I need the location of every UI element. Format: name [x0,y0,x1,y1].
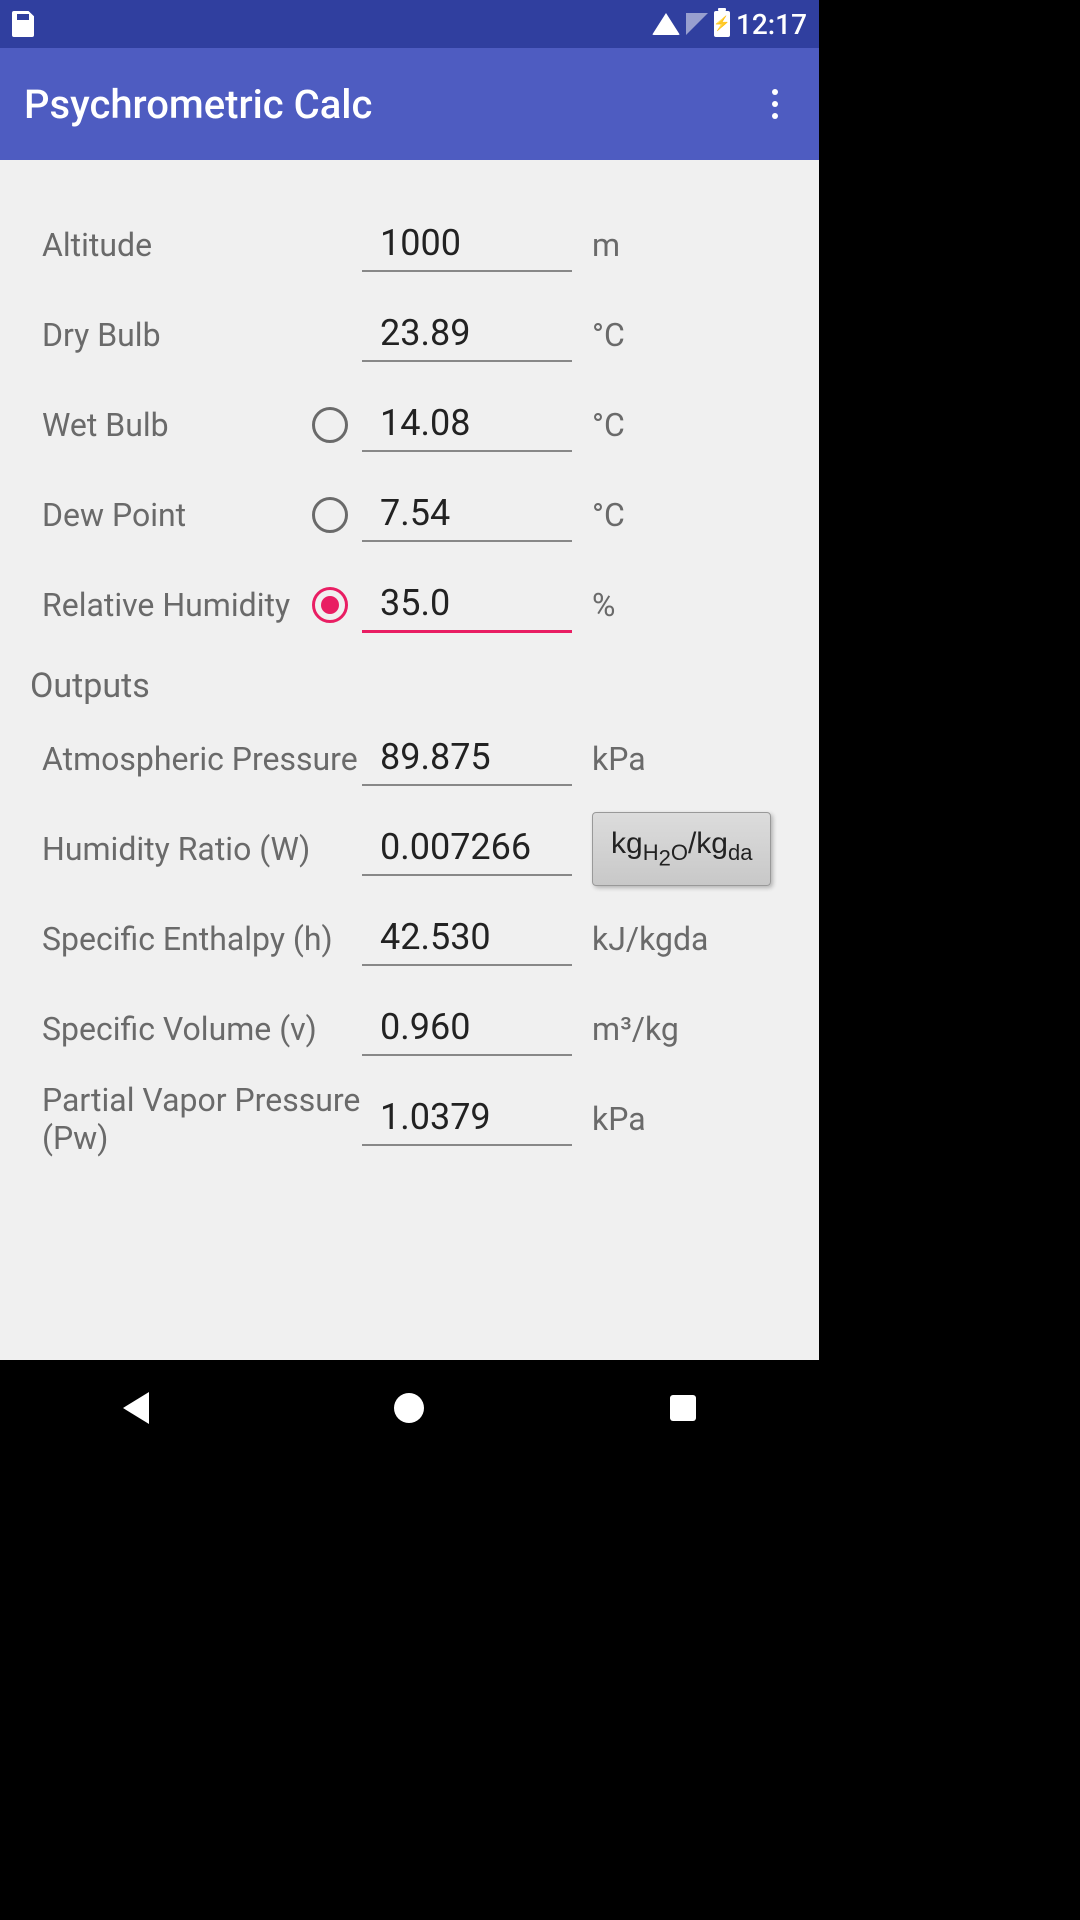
row-dew-point: Dew Point °C [28,470,791,560]
sd-card-icon [12,11,34,37]
atm-pressure-unit: kPa [572,740,791,778]
row-humidity-ratio: Humidity Ratio (W) 0.007266 kgH2O/kgda [28,804,791,894]
altitude-value[interactable] [380,222,572,264]
row-dry-bulb: Dry Bulb °C [28,290,791,380]
specific-enthalpy-unit: kJ/kgda [572,920,791,958]
dry-bulb-value[interactable] [380,312,572,354]
row-partial-vapor: Partial Vapor Pressure (Pw) 1.0379 kPa [28,1074,791,1164]
specific-volume-unit: m³/kg [572,1010,791,1048]
humidity-ratio-unit-cell: kgH2O/kgda [572,812,791,886]
altitude-input[interactable] [362,218,572,272]
app-bar: Psychrometric Calc [0,48,819,160]
humidity-ratio-output: 0.007266 [362,822,572,876]
partial-vapor-value: 1.0379 [380,1096,491,1138]
dry-bulb-label: Dry Bulb [28,316,298,354]
specific-volume-value: 0.960 [380,1006,470,1048]
nav-home-button[interactable] [394,1393,424,1423]
wet-bulb-input[interactable] [362,398,572,452]
nav-back-button[interactable] [123,1392,149,1424]
relative-humidity-unit: % [572,586,791,624]
status-left [12,11,34,37]
partial-vapor-label: Partial Vapor Pressure (Pw) [28,1081,362,1158]
screen: 12:17 Psychrometric Calc Altitude m Dry … [0,0,819,1456]
more-vert-icon [772,101,778,107]
row-specific-volume: Specific Volume (v) 0.960 m³/kg [28,984,791,1074]
outputs-heading: Outputs [28,650,791,714]
relative-humidity-value[interactable] [380,582,572,624]
specific-enthalpy-label: Specific Enthalpy (h) [28,920,362,958]
row-specific-enthalpy: Specific Enthalpy (h) 42.530 kJ/kgda [28,894,791,984]
partial-vapor-unit: kPa [572,1100,791,1138]
status-right: 12:17 [652,8,807,41]
atm-pressure-label: Atmospheric Pressure [28,740,362,778]
wet-bulb-radio-cell [298,407,362,443]
relative-humidity-radio[interactable] [312,587,348,623]
row-altitude: Altitude m [28,200,791,290]
recent-icon [670,1395,696,1421]
home-icon [394,1393,424,1423]
humidity-ratio-label: Humidity Ratio (W) [28,830,362,868]
relative-humidity-label: Relative Humidity [28,586,298,624]
battery-charging-icon [714,11,730,37]
specific-volume-label: Specific Volume (v) [28,1010,362,1048]
dew-point-radio[interactable] [312,497,348,533]
humidity-ratio-unit-button[interactable]: kgH2O/kgda [592,812,771,886]
wet-bulb-value[interactable] [380,402,572,444]
relative-humidity-radio-cell [298,587,362,623]
specific-volume-output: 0.960 [362,1002,572,1056]
specific-enthalpy-value: 42.530 [380,916,491,958]
nav-recent-button[interactable] [670,1395,696,1421]
content: Altitude m Dry Bulb °C Wet Bulb °C [0,160,819,1360]
dew-point-label: Dew Point [28,496,298,534]
signal-icon [686,13,708,35]
dew-point-input[interactable] [362,488,572,542]
dew-point-unit: °C [572,496,791,534]
atm-pressure-value: 89.875 [380,736,491,778]
back-icon [123,1392,149,1424]
dry-bulb-input[interactable] [362,308,572,362]
wet-bulb-label: Wet Bulb [28,406,298,444]
wet-bulb-unit: °C [572,406,791,444]
row-relative-humidity: Relative Humidity % [28,560,791,650]
humidity-ratio-value: 0.007266 [380,826,531,868]
radio-selected-icon [321,596,339,614]
wifi-icon [652,13,680,35]
specific-enthalpy-output: 42.530 [362,912,572,966]
dew-point-radio-cell [298,497,362,533]
dew-point-value[interactable] [380,492,572,534]
status-bar: 12:17 [0,0,819,48]
row-atm-pressure: Atmospheric Pressure 89.875 kPa [28,714,791,804]
dry-bulb-unit: °C [572,316,791,354]
more-options-button[interactable] [755,76,795,132]
status-time: 12:17 [736,8,807,41]
wet-bulb-radio[interactable] [312,407,348,443]
nav-bar [0,1360,819,1456]
row-wet-bulb: Wet Bulb °C [28,380,791,470]
partial-vapor-output: 1.0379 [362,1092,572,1146]
app-title: Psychrometric Calc [24,81,372,128]
altitude-unit: m [572,226,791,264]
altitude-label: Altitude [28,226,298,264]
relative-humidity-input[interactable] [362,578,572,633]
atm-pressure-output: 89.875 [362,732,572,786]
